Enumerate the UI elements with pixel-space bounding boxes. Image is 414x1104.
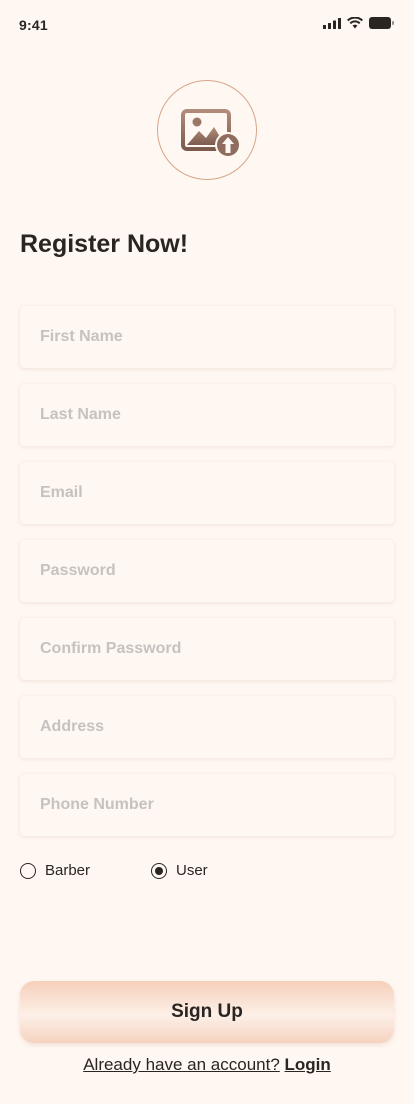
image-upload-icon: [181, 109, 241, 158]
password-input[interactable]: [20, 540, 394, 602]
page-title: Register Now!: [20, 230, 189, 258]
confirm-password-field[interactable]: [20, 618, 394, 680]
confirm-password-input[interactable]: [20, 618, 394, 680]
login-link[interactable]: Login: [285, 1055, 331, 1074]
user-radio-label: User: [176, 862, 208, 879]
status-bar: 9:41: [0, 0, 414, 44]
login-prompt-row: Already have an account? Login: [0, 1055, 414, 1075]
password-field[interactable]: [20, 540, 394, 602]
barber-radio-button[interactable]: [20, 862, 36, 879]
signal-icon: [323, 17, 341, 29]
status-time: 9:41: [19, 17, 48, 33]
status-icons: [323, 17, 394, 29]
profile-image-upload[interactable]: [157, 80, 257, 180]
first-name-input[interactable]: [20, 306, 394, 368]
last-name-field[interactable]: [20, 384, 394, 446]
battery-icon: [369, 17, 394, 29]
sign-up-button[interactable]: Sign Up: [20, 981, 394, 1043]
phone-number-input[interactable]: [20, 774, 394, 836]
login-prompt-text: Already have an account?: [83, 1055, 280, 1074]
barber-radio-label: Barber: [45, 862, 91, 879]
role-radio-group: Barber User: [20, 862, 394, 884]
phone-number-field[interactable]: [20, 774, 394, 836]
barber-radio-option[interactable]: Barber: [20, 862, 90, 879]
user-radio-button[interactable]: [151, 862, 167, 879]
first-name-field[interactable]: [20, 306, 394, 368]
address-field[interactable]: [20, 696, 394, 758]
user-radio-option[interactable]: User: [151, 862, 208, 879]
address-input[interactable]: [20, 696, 394, 758]
wifi-icon: [347, 17, 363, 29]
email-field[interactable]: [20, 462, 394, 524]
email-input[interactable]: [20, 462, 394, 524]
last-name-input[interactable]: [20, 384, 394, 446]
